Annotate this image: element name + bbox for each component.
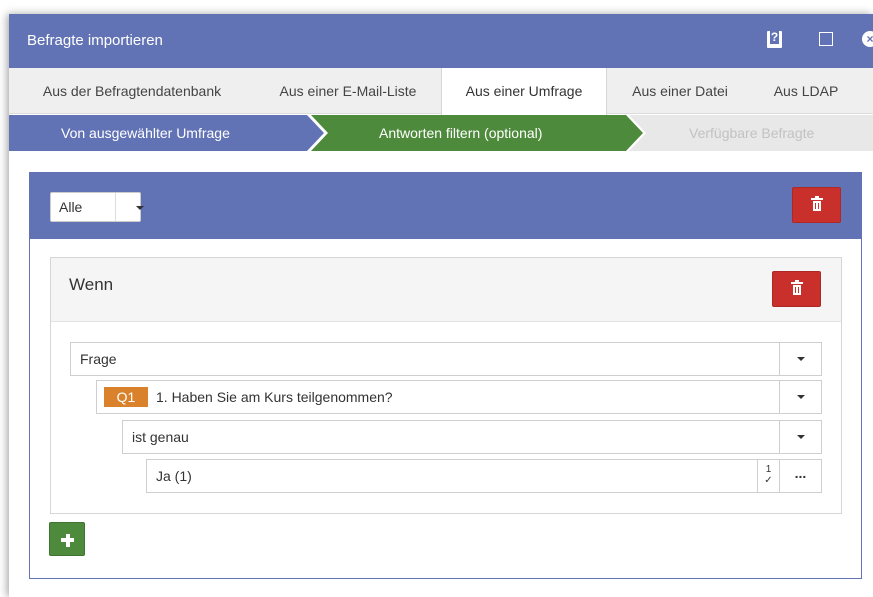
- maximize-icon[interactable]: [819, 32, 833, 46]
- condition-title: Wenn: [69, 275, 114, 294]
- numeric-code-glyph: 1: [765, 464, 772, 475]
- match-mode-select[interactable]: Alle: [50, 192, 144, 222]
- step-selected-survey[interactable]: Von ausgewählter Umfrage: [9, 115, 324, 151]
- trash-icon: [811, 196, 823, 212]
- source-tabs: Aus der Befragtendatenbank Aus einer E-M…: [9, 68, 873, 115]
- caret-down-icon: [797, 357, 805, 361]
- wizard-steps: Von ausgewählter Umfrage Antworten filte…: [9, 115, 873, 151]
- tab-from-file[interactable]: Aus einer Datei: [607, 68, 753, 114]
- step-label: Antworten filtern (optional): [379, 125, 543, 141]
- filter-group-header: Alle: [30, 173, 861, 239]
- step-label: Von ausgewählter Umfrage: [61, 125, 230, 141]
- dialog-title: Befragte importieren: [27, 32, 163, 49]
- answer-value-field[interactable]: Ja (1) 1 ✓ ...: [146, 459, 822, 493]
- caret-down-icon: [797, 435, 805, 439]
- step-label: Verfügbare Befragte: [689, 125, 815, 141]
- condition-header: Wenn: [51, 258, 841, 322]
- question-text: 1. Haben Sie am Kurs teilgenommen?: [156, 389, 393, 405]
- dropdown-button[interactable]: [779, 421, 821, 453]
- dropdown-button[interactable]: [779, 381, 821, 413]
- filter-group: Alle Wenn Frage Q1 1. Haben Sie am Kurs …: [29, 172, 862, 579]
- question-badge: Q1: [104, 387, 148, 407]
- select-separator: [115, 193, 116, 221]
- condition-panel: Wenn Frage Q1 1. Haben Sie am Kurs teilg…: [50, 257, 842, 514]
- plus-icon-vertical: [65, 533, 70, 547]
- dropdown-button[interactable]: [779, 343, 821, 375]
- tab-ldap[interactable]: Aus LDAP: [753, 68, 859, 114]
- import-respondents-dialog: Befragte importieren ? × Aus der Befragt…: [9, 14, 873, 597]
- caret-down-icon: [797, 395, 805, 399]
- condition-type-select[interactable]: Frage: [70, 342, 822, 376]
- add-condition-button[interactable]: [49, 522, 85, 556]
- answer-value: Ja (1): [156, 468, 192, 484]
- match-mode-value: Alle: [59, 199, 83, 215]
- close-icon[interactable]: ×: [862, 31, 873, 47]
- operator-select[interactable]: ist genau: [122, 420, 822, 454]
- trash-icon: [791, 280, 803, 296]
- operator-value: ist genau: [132, 429, 189, 445]
- help-icon[interactable]: ?: [767, 31, 782, 48]
- caret-down-icon: [136, 206, 144, 210]
- dialog-titlebar: Befragte importieren ? ×: [9, 14, 873, 68]
- tab-from-survey[interactable]: Aus einer Umfrage: [441, 68, 607, 115]
- numeric-code-icon[interactable]: 1 ✓: [757, 460, 779, 492]
- tab-email-list[interactable]: Aus einer E-Mail-Liste: [255, 68, 441, 114]
- delete-condition-button[interactable]: [772, 271, 821, 307]
- tab-respondent-database[interactable]: Aus der Befragtendatenbank: [9, 68, 255, 114]
- step-filter-answers[interactable]: Antworten filtern (optional): [311, 115, 643, 151]
- more-options-button[interactable]: ...: [779, 460, 821, 492]
- question-select[interactable]: Q1 1. Haben Sie am Kurs teilgenommen?: [96, 380, 822, 414]
- condition-type-value: Frage: [80, 351, 117, 367]
- help-icon-glyph: ?: [770, 30, 779, 44]
- step-available-respondents: Verfügbare Befragte: [629, 115, 873, 151]
- delete-group-button[interactable]: [792, 187, 841, 223]
